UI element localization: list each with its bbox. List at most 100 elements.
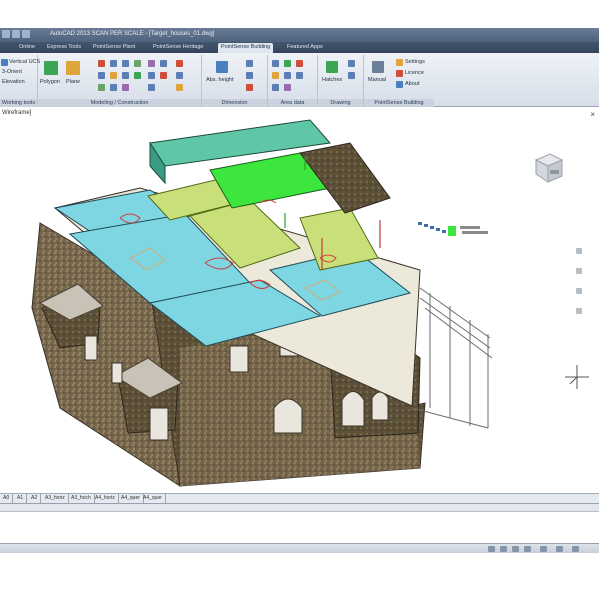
tool-icon[interactable]: [272, 60, 279, 67]
drawing-group: Hatches Drawing: [318, 55, 364, 107]
tool-icon[interactable]: [98, 72, 105, 79]
autocad-window: AutoCAD 2013 SCAN PER SCALE - [Target_ho…: [0, 0, 599, 599]
orient-button[interactable]: 3-Orient: [2, 69, 22, 75]
status-toggle-icon[interactable]: [556, 546, 563, 552]
tool-icon[interactable]: [246, 60, 253, 67]
pointsense-building-label: PointSense Building: [364, 99, 434, 107]
layout-tabs: A0 A1 A2 A3_horiz A3_hoch A4_horiz A4_qu…: [0, 493, 599, 504]
window: [111, 362, 123, 384]
about-button[interactable]: About: [405, 81, 419, 87]
arched-window: [341, 391, 365, 427]
tool-icon[interactable]: [272, 84, 279, 91]
tab-view[interactable]: [0, 43, 6, 53]
ribbon-tab-bar: Online Express Tools PointSense Plant Po…: [0, 42, 599, 53]
nav-orbit-icon[interactable]: [576, 288, 582, 294]
working-tools-label: Working tools: [0, 99, 37, 107]
manual-button[interactable]: Manual: [368, 77, 386, 83]
tool-icon[interactable]: [160, 60, 167, 67]
tool-icon[interactable]: [296, 72, 303, 79]
pointsense-building-group: Manual Settings Licence About PointSense…: [364, 55, 434, 107]
viewcube-icon[interactable]: [528, 146, 568, 186]
tool-icon[interactable]: [176, 60, 183, 67]
tool-icon[interactable]: [348, 72, 355, 79]
window: [84, 335, 98, 361]
tool-icon[interactable]: [148, 60, 155, 67]
polygon-icon: [44, 61, 58, 75]
quick-access-toolbar[interactable]: [2, 30, 42, 40]
tool-icon[interactable]: [110, 72, 117, 79]
tool-icon[interactable]: [122, 60, 129, 67]
tab-pointsense-plant[interactable]: PointSense Plant: [90, 43, 138, 53]
status-toggle-icon[interactable]: [488, 546, 495, 552]
tab-express-tools[interactable]: Express Tools: [44, 43, 84, 53]
modeling-group: Polygon Plane Modeling / Construction: [38, 55, 202, 107]
tool-icon[interactable]: [98, 84, 105, 91]
nav-pan-icon[interactable]: [576, 248, 582, 254]
licence-icon: [396, 70, 403, 77]
drawing-label: Drawing: [318, 99, 363, 107]
tool-icon[interactable]: [176, 72, 183, 79]
tool-icon[interactable]: [148, 72, 155, 79]
settings-icon: [396, 59, 403, 66]
plane-icon: [66, 61, 80, 75]
window: [229, 345, 249, 373]
tool-icon[interactable]: [148, 84, 155, 91]
status-toggle-icon[interactable]: [572, 546, 579, 552]
tab-pointsense-building[interactable]: PointSense Building: [218, 43, 274, 53]
about-icon: [396, 81, 403, 88]
tool-icon[interactable]: [110, 84, 117, 91]
working-tools-group: Vertical UCS 3-Orient Elevation Working …: [0, 55, 40, 107]
tool-icon[interactable]: [134, 72, 141, 79]
hatch-icon: [326, 61, 338, 73]
hatches-button[interactable]: Hatches: [322, 77, 342, 83]
tool-icon[interactable]: [98, 60, 105, 67]
ucs-icon: [1, 59, 8, 66]
arched-window: [273, 398, 303, 434]
tool-icon[interactable]: [284, 84, 291, 91]
tab-featured-apps[interactable]: Featured Apps: [284, 43, 326, 53]
nav-showmotion-icon[interactable]: [576, 308, 582, 314]
licence-button[interactable]: Licence: [405, 70, 424, 76]
abs-height-button[interactable]: Abs. height: [206, 77, 234, 83]
tool-icon[interactable]: [134, 60, 141, 67]
dimension-label: Dimension: [202, 99, 267, 107]
nav-zoom-icon[interactable]: [576, 268, 582, 274]
navigation-bar: [574, 248, 584, 468]
tool-icon[interactable]: [122, 84, 129, 91]
point-cloud-model[interactable]: [0, 108, 599, 493]
height-icon: [216, 61, 228, 73]
plane-button[interactable]: Plane: [66, 79, 80, 85]
manual-icon: [372, 61, 384, 73]
command-line[interactable]: [0, 503, 599, 543]
polygon-button[interactable]: Polygon: [40, 79, 60, 85]
tool-icon[interactable]: [246, 84, 253, 91]
title-bar: AutoCAD 2013 SCAN PER SCALE - [Target_ho…: [0, 28, 599, 42]
tab-pointsense-heritage[interactable]: PointSense Heritage: [150, 43, 206, 53]
status-toggle-icon[interactable]: [540, 546, 547, 552]
tool-icon[interactable]: [284, 60, 291, 67]
modeling-label: Modeling / Construction: [38, 99, 201, 107]
settings-button[interactable]: Settings: [405, 59, 425, 65]
tool-icon[interactable]: [176, 84, 183, 91]
area-data-group: Area data: [268, 55, 318, 107]
tool-icon[interactable]: [160, 72, 167, 79]
tool-icon[interactable]: [246, 72, 253, 79]
command-line-header: [0, 504, 599, 512]
tool-icon[interactable]: [296, 60, 303, 67]
tool-icon[interactable]: [284, 72, 291, 79]
status-toggle-icon[interactable]: [512, 546, 519, 552]
status-toggle-icon[interactable]: [500, 546, 507, 552]
measurement-labels: [416, 220, 506, 238]
elevation-button[interactable]: Elevation: [2, 79, 25, 85]
tab-online[interactable]: Online: [16, 43, 38, 53]
tool-icon[interactable]: [272, 72, 279, 79]
drawing-viewport[interactable]: Wireframe] ×: [0, 108, 599, 493]
vertical-ucs-button[interactable]: Vertical UCS: [9, 59, 40, 65]
arched-window: [371, 391, 389, 421]
window: [149, 407, 169, 441]
tool-icon[interactable]: [122, 72, 129, 79]
status-toggle-icon[interactable]: [524, 546, 531, 552]
window-title: AutoCAD 2013 SCAN PER SCALE - [Target_ho…: [50, 31, 215, 37]
tool-icon[interactable]: [348, 60, 355, 67]
tool-icon[interactable]: [110, 60, 117, 67]
